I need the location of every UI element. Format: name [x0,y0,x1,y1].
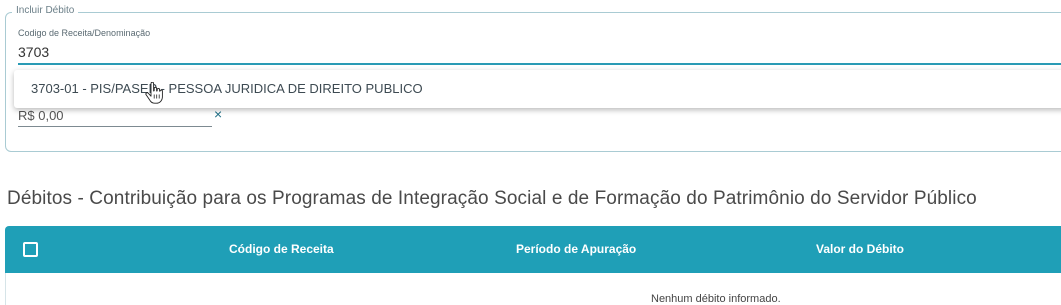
empty-table-message: Nenhum débito informado. [651,293,781,305]
clear-amount-icon[interactable]: × [214,106,222,122]
select-all-checkbox[interactable] [23,242,38,257]
section-title: Débitos - Contribuição para os Programas… [7,188,977,209]
debitos-table-header: Código de Receita Período de Apuração Va… [5,226,1061,273]
page: Incluir Débito Codigo de Receita/Denomin… [0,0,1061,305]
debitos-table-body: Nenhum débito informado. [5,273,1061,305]
amount-value[interactable]: R$ 0,00 [18,108,64,123]
suggestion-item[interactable]: 3703-01 - PIS/PASEP - PESSOA JURIDICA DE… [31,81,423,96]
fieldset-legend: Incluir Débito [12,5,79,17]
column-header-valor[interactable]: Valor do Débito [816,242,904,256]
receita-input[interactable] [18,44,418,60]
receita-field-label: Codigo de Receita/Denominação [18,28,151,38]
column-header-periodo[interactable]: Período de Apuração [516,242,636,256]
hand-pointer-icon [145,82,163,104]
receita-input-underline [18,63,1061,65]
amount-input-underline [18,126,212,127]
receita-suggestion-dropdown: 3703-01 - PIS/PASEP - PESSOA JURIDICA DE… [14,70,1061,108]
column-header-codigo[interactable]: Código de Receita [229,242,334,256]
